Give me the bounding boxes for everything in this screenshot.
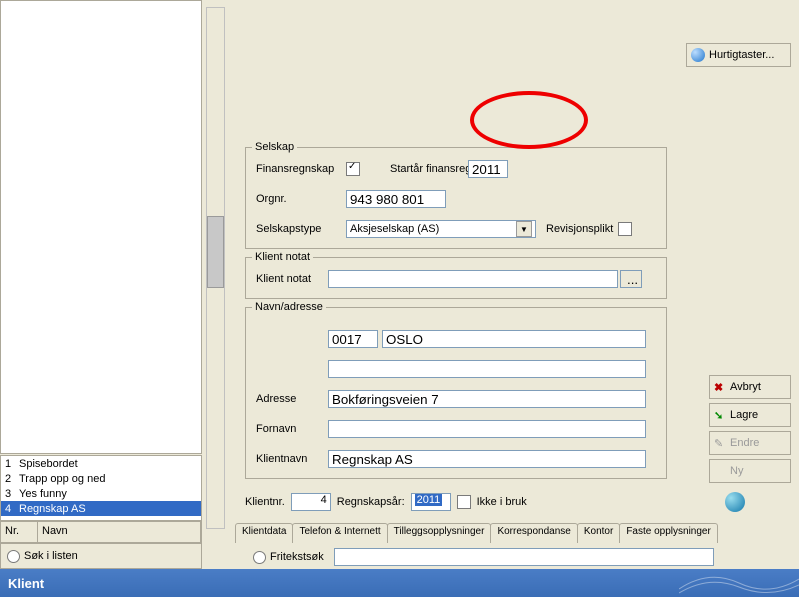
ikke-checkbox[interactable]: [457, 495, 471, 509]
notat-group: Klient notat Klient notat...: [245, 257, 667, 299]
klientnr-field[interactable]: 4: [291, 493, 331, 511]
selskap-title: Selskap: [252, 141, 297, 153]
year-label: Regnskapsår:: [337, 496, 405, 508]
list-item[interactable]: 3Yes funny: [1, 486, 201, 501]
scrollbar[interactable]: [206, 7, 225, 529]
selskap-group: Selskap Selskapstype Aksjeselskap (AS)▼ …: [245, 147, 667, 249]
tab-telefon[interactable]: Telefon & Internett: [292, 523, 387, 543]
tab-row: Klientdata Telefon & Internett Tilleggso…: [235, 523, 795, 543]
lagre-button[interactable]: ➘Lagre: [709, 403, 791, 427]
hdr-navn[interactable]: Navn: [38, 522, 201, 542]
list-item[interactable]: 1Spisebordet: [1, 456, 201, 471]
notat-more-button[interactable]: ...: [620, 270, 642, 288]
finans-checkbox[interactable]: [346, 162, 360, 176]
fornavn-input[interactable]: [328, 420, 646, 438]
list-item[interactable]: 2Trapp opp og ned: [1, 471, 201, 486]
selskapstype-select[interactable]: Aksjeselskap (AS)▼: [346, 220, 536, 238]
ikke-label: Ikke i bruk: [477, 496, 527, 508]
scroll-thumb[interactable]: [207, 216, 224, 288]
tab-tillegg[interactable]: Tilleggsopplysninger: [387, 523, 492, 543]
tab-faste[interactable]: Faste opplysninger: [619, 523, 718, 543]
year-field[interactable]: 2011: [411, 493, 451, 511]
globe-icon[interactable]: [725, 492, 745, 512]
adresse2-input[interactable]: [328, 360, 646, 378]
hdr-nr[interactable]: Nr.: [1, 522, 38, 542]
list-header: Nr. Navn: [0, 521, 202, 543]
startar-input[interactable]: [468, 160, 508, 178]
postnr-input[interactable]: [328, 330, 378, 348]
client-list[interactable]: 1Spisebordet 2Trapp opp og ned 3Yes funn…: [0, 455, 202, 521]
cancel-icon: ✖: [714, 381, 726, 393]
tab-korr[interactable]: Korrespondanse: [490, 523, 577, 543]
freetext-radio[interactable]: Fritekstsøk: [253, 551, 324, 564]
new-icon: [714, 465, 726, 477]
annotation-circle: [470, 91, 588, 149]
endre-button[interactable]: ✎Endre: [709, 431, 791, 455]
tab-klientdata[interactable]: Klientdata: [235, 523, 293, 543]
search-row: Søk i listen: [0, 543, 202, 569]
save-icon: ➘: [714, 409, 726, 421]
left-panel: Søk i listen Nr. Navn 1Spisebordet 2Trap…: [0, 0, 203, 569]
adresse-input[interactable]: [328, 390, 646, 408]
chevron-down-icon: ▼: [516, 221, 532, 237]
klientnavn-input[interactable]: [328, 450, 646, 468]
klientnr-label: Klientnr.: [245, 496, 285, 508]
window-title: Klient: [8, 576, 44, 591]
title-decor: [679, 569, 799, 597]
notat-title: Klient notat: [252, 251, 313, 263]
search-list-radio[interactable]: Søk i listen: [7, 550, 78, 563]
action-buttons: ✖Avbryt ➘Lagre ✎Endre Ny: [709, 375, 791, 487]
freetext-input[interactable]: [334, 548, 714, 566]
poststed-input[interactable]: [382, 330, 646, 348]
tab-kontor[interactable]: Kontor: [577, 523, 620, 543]
tree-view[interactable]: [0, 0, 202, 454]
navn-title: Navn/adresse: [252, 301, 326, 313]
revisjon-checkbox[interactable]: [618, 222, 632, 236]
list-item-selected[interactable]: 4Regnskap AS: [1, 501, 201, 516]
avbryt-button[interactable]: ✖Avbryt: [709, 375, 791, 399]
edit-icon: ✎: [714, 437, 726, 449]
notat-input[interactable]: [328, 270, 618, 288]
ny-button[interactable]: Ny: [709, 459, 791, 483]
orgnr-input[interactable]: [346, 190, 446, 208]
navn-group: Navn/adresse Klientnavn Fornavn Adresse: [245, 307, 667, 479]
